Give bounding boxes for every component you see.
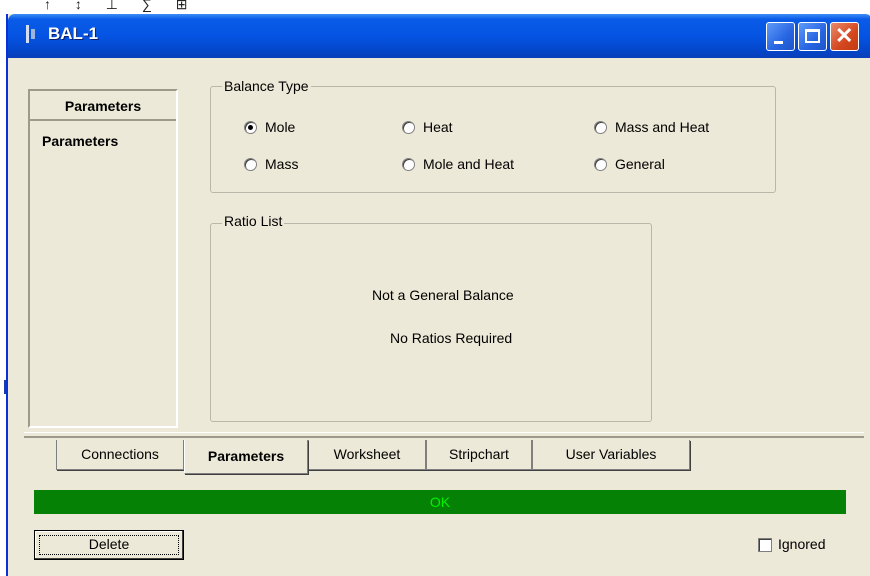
close-button[interactable]: ✕	[830, 22, 859, 51]
top-toolbar-strip: ↑ ↕ ⊥ ∑ ⊞	[0, 0, 870, 14]
maximize-icon	[805, 29, 820, 43]
maximize-button[interactable]	[798, 22, 827, 51]
close-icon: ✕	[835, 23, 854, 48]
minimize-icon	[774, 41, 783, 44]
ratio-list-group	[210, 223, 652, 422]
ignored-checkbox-box[interactable]	[758, 538, 772, 552]
nav-item-parameters[interactable]: Parameters	[42, 133, 118, 149]
ratio-list-legend: Ratio List	[222, 213, 285, 229]
window-title: BAL-1	[48, 24, 99, 43]
ratio-message-line2: No Ratios Required	[390, 330, 513, 346]
radio-mole-indicator[interactable]	[244, 121, 257, 134]
tab-stripchart[interactable]: Stripchart	[426, 440, 532, 470]
status-bar: OK	[34, 490, 846, 514]
radio-mole-label: Mole	[265, 119, 296, 135]
tab-parameters[interactable]: Parameters	[184, 440, 308, 474]
tab-worksheet[interactable]: Worksheet	[308, 440, 426, 470]
radio-heat-indicator[interactable]	[402, 121, 415, 134]
radio-mass-label: Mass	[265, 156, 299, 172]
radio-mass-and-heat-indicator[interactable]	[594, 121, 607, 134]
title-bar[interactable]: BAL-1 ✕	[8, 14, 870, 58]
ignored-checkbox-label: Ignored	[778, 536, 826, 552]
ratio-message-line1: Not a General Balance	[372, 287, 514, 303]
delete-button[interactable]: Delete	[34, 530, 184, 560]
radio-mole-and-heat-label: Mole and Heat	[423, 156, 515, 172]
balance-type-group	[210, 86, 776, 193]
radio-general-indicator[interactable]	[594, 158, 607, 171]
balance-type-legend: Balance Type	[222, 78, 311, 94]
nav-header: Parameters	[30, 91, 176, 121]
radio-heat-label: Heat	[423, 119, 453, 135]
tab-user-variables[interactable]: User Variables	[532, 440, 690, 470]
radio-mole-and-heat-indicator[interactable]	[402, 158, 415, 171]
toolbar-glyphs: ↑ ↕ ⊥ ∑ ⊞	[44, 0, 198, 12]
radio-general-label: General	[615, 156, 665, 172]
delete-button-label: Delete	[88, 536, 130, 552]
minimize-button[interactable]	[766, 22, 795, 51]
tab-connections[interactable]: Connections	[56, 440, 184, 470]
tab-strip-divider	[24, 432, 864, 438]
radio-mass-and-heat-label: Mass and Heat	[615, 119, 710, 135]
app-icon	[26, 25, 36, 43]
radio-mass-indicator[interactable]	[244, 158, 257, 171]
page-nav-panel: Parameters Parameters	[28, 89, 178, 428]
